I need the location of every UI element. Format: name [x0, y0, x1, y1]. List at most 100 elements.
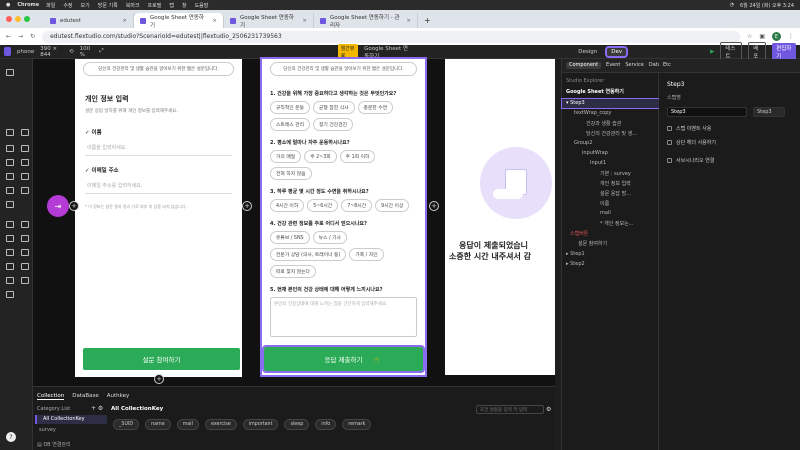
video-icon[interactable]	[21, 249, 29, 256]
option-pill[interactable]: 유튜브 / SNS	[270, 231, 310, 244]
menu-item[interactable]: 북마크	[126, 2, 140, 9]
option-pill[interactable]: 주 1회 이하	[339, 150, 376, 163]
browser-tab[interactable]: edutest ×	[44, 13, 134, 28]
design-canvas[interactable]: 당신의 건강관리 및 생활 습관을 알아보기 위한 짧은 설문입니다. 개인 정…	[33, 57, 555, 386]
add-icon[interactable]: + ⚙	[91, 405, 103, 412]
edit-button[interactable]: 편집하기	[772, 42, 796, 61]
close-icon[interactable]: ×	[122, 18, 127, 24]
input-icon[interactable]	[21, 159, 29, 166]
menu-item[interactable]: 보기	[81, 2, 90, 9]
apple-icon[interactable]: ●	[6, 2, 10, 8]
database-tab[interactable]: DataBase	[72, 393, 99, 400]
slider-icon[interactable]	[21, 277, 29, 284]
close-icon[interactable]: ×	[406, 18, 411, 24]
menu-dots-icon[interactable]: ⋮	[788, 33, 794, 40]
option-pill[interactable]: 뉴스 / 기사	[312, 231, 347, 244]
column-chip[interactable]: important	[242, 419, 279, 430]
play-icon[interactable]: ▶	[710, 49, 714, 55]
menu-item[interactable]: 프로필	[148, 2, 162, 9]
menu-item[interactable]: 파일	[46, 2, 55, 9]
chart-icon[interactable]	[21, 221, 29, 228]
settings-icon[interactable]: ⚙	[546, 406, 551, 413]
menu-item[interactable]: 수정	[63, 2, 72, 9]
app-name[interactable]: Chrome	[17, 2, 39, 8]
option-pill[interactable]: 4시간 이하	[270, 199, 305, 212]
browser-tab[interactable]: Google Sheet 연동하기 ×	[224, 13, 314, 29]
close-icon[interactable]: ×	[302, 18, 307, 24]
device-size[interactable]: 390 × 844	[40, 46, 63, 58]
reload-icon[interactable]: ↻	[30, 33, 35, 40]
screen-step1[interactable]: 당신의 건강관리 및 생활 습관을 알아보기 위한 짧은 설문입니다. 개인 정…	[75, 59, 242, 377]
calendar-icon[interactable]	[6, 235, 14, 242]
option-pill[interactable]: 따로 찾지 않는다	[270, 265, 316, 278]
collection-tab[interactable]: Collection	[37, 393, 65, 400]
tabs-icon[interactable]	[6, 263, 14, 270]
filter-input[interactable]: 조건 컬럼을 입력 키 입력	[476, 405, 544, 414]
checkbox-icon[interactable]	[21, 187, 29, 194]
component-tab[interactable]: Component	[566, 62, 602, 69]
add-screen-icon[interactable]: +	[242, 201, 252, 211]
zoom-level[interactable]: 100 %	[80, 46, 94, 58]
extensions-icon[interactable]: ▣	[759, 33, 765, 40]
step-name-input[interactable]: Step3	[667, 107, 747, 117]
event-tab[interactable]: Event	[606, 62, 620, 69]
screen-step3[interactable]: 응답이 제출되었습니 소중한 시간 내주셔서 감	[445, 59, 555, 375]
bookmark-icon[interactable]: ☆	[747, 33, 752, 40]
option-pill[interactable]: 7~8시간	[341, 199, 373, 212]
option-pill[interactable]: 스트레스 관리	[270, 118, 311, 131]
etc-tab[interactable]: Etc	[663, 62, 671, 69]
pages-icon[interactable]	[6, 69, 14, 76]
plan-badge[interactable]: 월간뷰료	[337, 43, 359, 60]
column-chip[interactable]: exercise	[204, 419, 237, 430]
radio-icon[interactable]	[6, 201, 14, 208]
collection-survey[interactable]: survey	[39, 427, 56, 433]
option-pill[interactable]: 정기 건강검진	[313, 118, 354, 131]
image-icon[interactable]	[21, 145, 29, 152]
card-icon[interactable]	[21, 263, 29, 270]
checkbox[interactable]	[667, 158, 672, 163]
option-pill[interactable]: 전문가 상담 (의사, 트레이너 등)	[270, 248, 347, 261]
authkey-tab[interactable]: Authkey	[107, 393, 130, 400]
close-icon[interactable]: ×	[212, 18, 217, 24]
menu-item[interactable]: 창	[182, 2, 187, 9]
start-survey-button[interactable]: 설문 참여하기	[83, 348, 240, 370]
add-screen-icon[interactable]: +	[429, 201, 439, 211]
table-icon[interactable]	[6, 221, 14, 228]
list-icon[interactable]	[21, 173, 29, 180]
option-pill[interactable]: 9시간 이상	[375, 199, 410, 212]
step-id-field[interactable]: Step3	[753, 107, 785, 117]
column-chip[interactable]: _SUID	[113, 419, 140, 430]
checkbox[interactable]	[667, 140, 672, 145]
new-tab-button[interactable]: +	[418, 16, 437, 28]
search-icon[interactable]	[6, 173, 14, 180]
option-pill[interactable]: 전혀 하지 않음	[270, 167, 312, 180]
button-icon[interactable]	[6, 159, 14, 166]
popup-icon[interactable]	[6, 277, 14, 284]
column-chip[interactable]: name	[145, 419, 171, 430]
select-icon[interactable]	[6, 187, 14, 194]
entry-point-icon[interactable]: ⇥	[47, 195, 69, 217]
upload-icon[interactable]	[6, 249, 14, 256]
back-icon[interactable]: ←	[6, 33, 11, 40]
name-input[interactable]: 이름을 입력하세요.	[85, 140, 232, 156]
help-icon[interactable]: ?	[6, 432, 16, 442]
menu-item[interactable]: 도움말	[195, 2, 209, 9]
option-pill[interactable]: 규칙적인 운동	[270, 101, 311, 114]
profile-avatar[interactable]: E	[772, 32, 781, 41]
menu-icon[interactable]	[6, 291, 14, 298]
device-select[interactable]: phone	[17, 49, 34, 55]
maximize-window-button[interactable]	[24, 16, 30, 22]
close-window-button[interactable]	[6, 16, 12, 22]
option-pill[interactable]: 균형 잡힌 식사	[313, 101, 355, 114]
screen-step2[interactable]: 당신의 건강관리 및 생활 습관을 알아보기 위한 짧은 설문입니다. 1. 건…	[260, 57, 427, 377]
rotate-icon[interactable]: ⟲	[69, 49, 74, 55]
add-screen-icon[interactable]: +	[69, 201, 79, 211]
column-chip[interactable]: info	[315, 419, 337, 430]
minimize-window-button[interactable]	[15, 16, 21, 22]
submit-response-button[interactable]: 응답 제출하기	[262, 345, 425, 373]
text-icon[interactable]	[6, 145, 14, 152]
dev-tab[interactable]: Dev	[605, 45, 629, 58]
browser-tab-active[interactable]: Google Sheet 연동하기 ×	[134, 13, 224, 29]
column-chip[interactable]: sleep	[284, 419, 310, 430]
option-pill[interactable]: 5~6시간	[307, 199, 339, 212]
